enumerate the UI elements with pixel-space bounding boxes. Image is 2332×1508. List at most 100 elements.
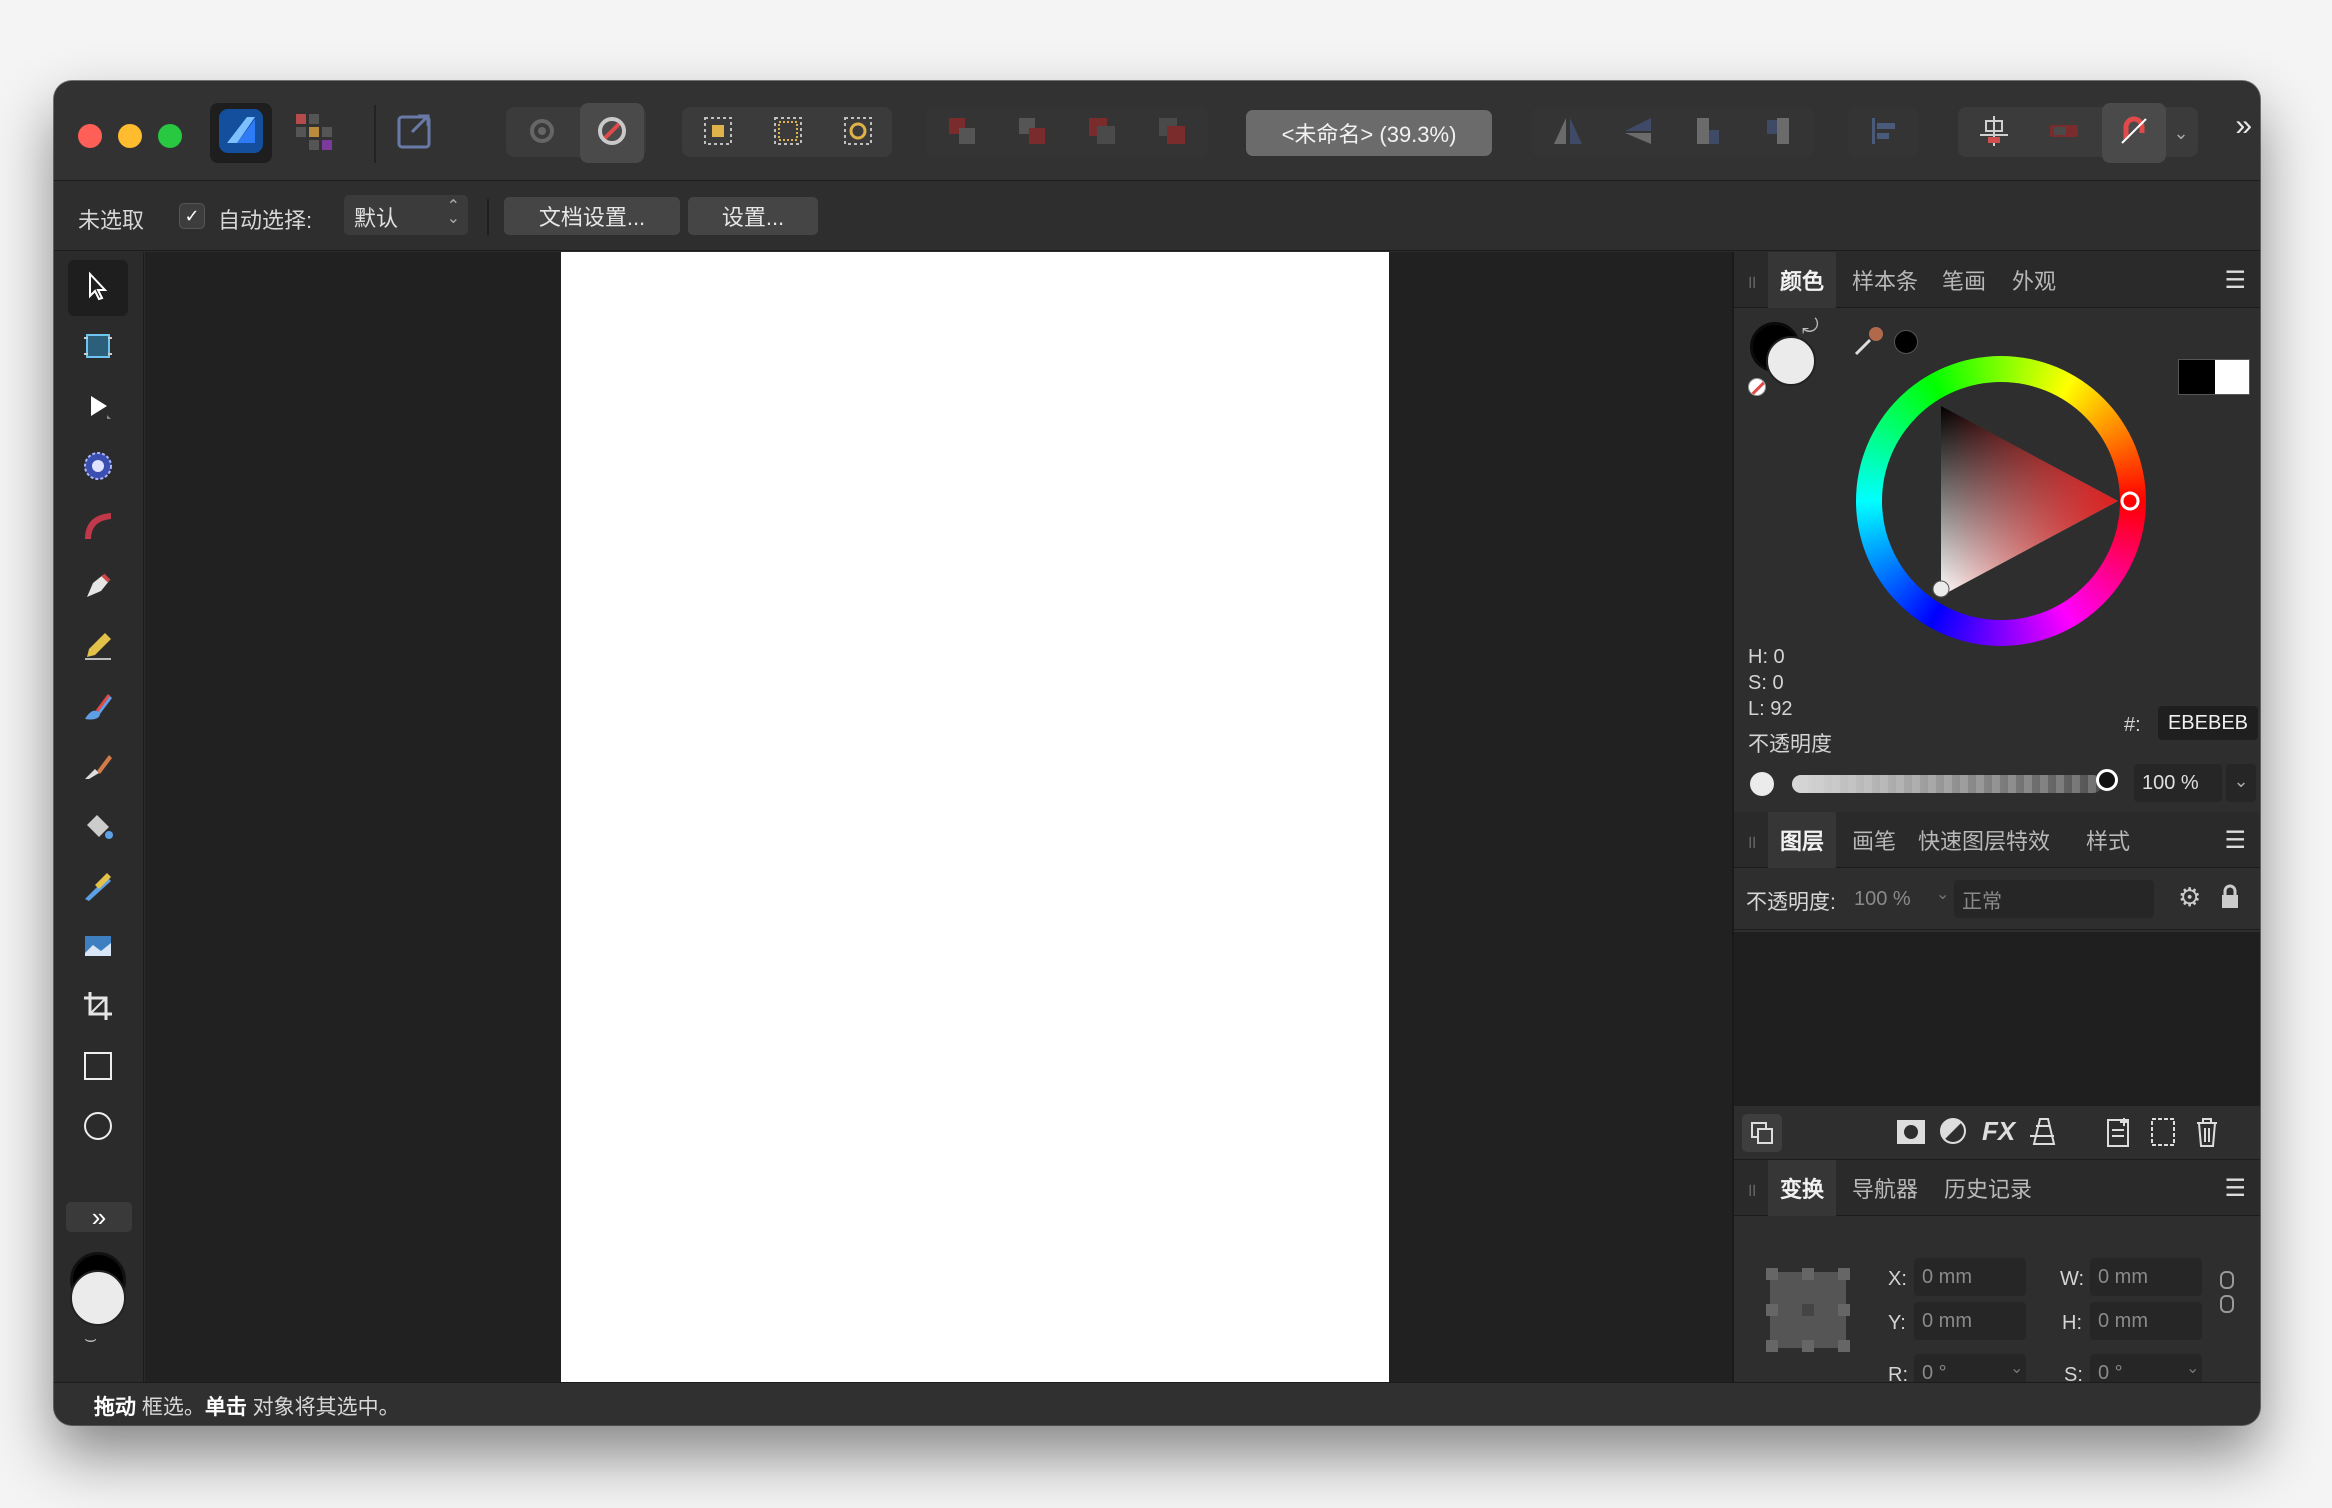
y-field[interactable]: 0 mm	[1914, 1302, 2026, 1340]
point-transform-tool[interactable]	[68, 440, 128, 496]
corner-tool[interactable]	[68, 500, 128, 556]
width-field[interactable]: 0 mm	[2090, 1258, 2202, 1296]
hex-input[interactable]: EBEBEB	[2158, 706, 2258, 740]
rotate-right-button[interactable]	[1746, 103, 1810, 163]
x-field[interactable]: 0 mm	[1914, 1258, 2026, 1296]
export-persona-button[interactable]	[384, 103, 446, 163]
grip-icon[interactable]: ॥	[1746, 830, 1757, 854]
height-field[interactable]: 0 mm	[2090, 1302, 2202, 1340]
panel-menu-icon[interactable]: ☰	[2224, 266, 2246, 295]
stroke-fill-swatches[interactable]: ⌣	[68, 1252, 130, 1352]
toolbar-overflow-button[interactable]: »	[2235, 109, 2252, 143]
fill-tool[interactable]	[68, 800, 128, 856]
move-tool[interactable]	[68, 260, 128, 316]
panel-menu-icon[interactable]: ☰	[2224, 826, 2246, 855]
transparency-tool[interactable]	[68, 860, 128, 916]
crop-tool[interactable]	[68, 980, 128, 1036]
opacity-slider[interactable]	[1792, 775, 2102, 793]
layers-list[interactable]	[1734, 932, 2260, 1106]
opacity-value[interactable]: 100 %	[2134, 764, 2222, 802]
tab-styles[interactable]: 样式	[2074, 812, 2142, 868]
tab-appearance[interactable]: 外观	[2000, 252, 2068, 308]
auto-select-checkbox[interactable]: ✓	[179, 203, 205, 229]
more-tools-button[interactable]: »	[66, 1202, 132, 1232]
fill-swatch[interactable]	[70, 1270, 126, 1326]
adjustment-layer-icon[interactable]	[1938, 1116, 1968, 1151]
distribute-button[interactable]	[1962, 103, 2026, 163]
tab-layers[interactable]: 图层	[1768, 812, 1837, 868]
select-all-button[interactable]	[756, 103, 820, 163]
node-tool[interactable]	[68, 380, 128, 436]
align-button[interactable]	[1850, 103, 1916, 163]
pencil-tool[interactable]	[68, 620, 128, 676]
blend-mode-select[interactable]: 正常	[1954, 880, 2154, 918]
minimize-window-button[interactable]	[118, 124, 142, 148]
pen-tool[interactable]	[68, 560, 128, 616]
gear-icon[interactable]: ⚙	[2178, 882, 2201, 913]
document-title[interactable]: <未命名> (39.3%)	[1246, 110, 1492, 156]
flip-vertical-button[interactable]	[1606, 103, 1670, 163]
layer-opacity-value[interactable]: 100 %	[1846, 880, 1936, 918]
tab-color[interactable]: 颜色	[1768, 252, 1837, 308]
swap-icon[interactable]: ⤾	[1802, 316, 1819, 339]
canvas-area[interactable]	[145, 252, 1732, 1382]
ellipse-tool[interactable]	[68, 1100, 128, 1156]
select-inside-button[interactable]	[686, 103, 750, 163]
rectangle-tool[interactable]	[68, 1040, 128, 1096]
mask-layer-icon[interactable]	[1896, 1118, 1926, 1151]
move-forward-button[interactable]	[1000, 103, 1064, 163]
live-filter-icon[interactable]	[2026, 1116, 2056, 1151]
rotate-left-button[interactable]	[1676, 103, 1740, 163]
select-object-button[interactable]	[826, 103, 890, 163]
trash-icon[interactable]	[2194, 1116, 2220, 1153]
color-fill-stroke[interactable]: ⤾	[1748, 316, 1828, 402]
snapping-button[interactable]	[510, 103, 574, 163]
artboard-tool[interactable]	[68, 320, 128, 376]
tab-stroke[interactable]: 笔画	[1930, 252, 1998, 308]
color-wheel[interactable]	[1856, 356, 2146, 646]
tab-brushes[interactable]: 画笔	[1840, 812, 1908, 868]
fx-icon[interactable]: FX	[1982, 1116, 2015, 1147]
add-layer-icon[interactable]	[2106, 1116, 2132, 1153]
swap-colors-icon[interactable]: ⌣	[84, 1328, 97, 1351]
no-color-icon[interactable]	[1748, 378, 1766, 396]
bring-front-button[interactable]	[1140, 103, 1204, 163]
tab-history[interactable]: 历史记录	[1932, 1160, 2044, 1216]
add-pixel-layer-icon[interactable]	[2150, 1116, 2176, 1153]
grip-icon[interactable]: ॥	[1746, 1178, 1757, 1202]
document-setup-button[interactable]: 文档设置...	[504, 197, 680, 235]
opacity-dropdown[interactable]: ⌄	[2226, 764, 2256, 802]
panel-menu-icon[interactable]: ☰	[2224, 1174, 2246, 1203]
color-compare-swatch[interactable]	[2178, 359, 2250, 395]
tab-navigator[interactable]: 导航器	[1840, 1160, 1930, 1216]
auto-select-dropdown[interactable]: 默认 ⌃ ⌄	[344, 195, 468, 235]
place-image-tool[interactable]	[68, 920, 128, 976]
opacity-slider-knob[interactable]	[2096, 769, 2118, 791]
link-aspect-icon[interactable]	[2218, 1270, 2236, 1319]
chevron-down-icon[interactable]: ⌄	[1936, 884, 1949, 904]
designer-persona-button[interactable]	[210, 103, 272, 163]
move-back-button[interactable]	[930, 103, 994, 163]
vector-brush-tool[interactable]	[68, 680, 128, 736]
picked-color-swatch[interactable]	[1894, 330, 1918, 354]
tab-transform[interactable]: 变换	[1768, 1160, 1837, 1216]
chevron-down-icon[interactable]: ⌄	[2186, 1358, 2199, 1378]
toggle-button[interactable]	[2032, 103, 2096, 163]
magnet-button[interactable]	[2102, 103, 2166, 163]
close-window-button[interactable]	[78, 124, 102, 148]
settings-button[interactable]: 设置...	[688, 197, 818, 235]
magnet-options-chevron[interactable]: ⌄	[2168, 103, 2194, 163]
anchor-point-selector[interactable]	[1766, 1268, 1850, 1352]
flip-horizontal-button[interactable]	[1536, 103, 1600, 163]
grip-icon[interactable]: ॥	[1746, 270, 1757, 294]
fill-color-circle[interactable]	[1766, 336, 1816, 386]
maximize-window-button[interactable]	[158, 124, 182, 148]
personas-button[interactable]	[282, 103, 344, 163]
document-page[interactable]	[561, 252, 1389, 1382]
snapping-options-button[interactable]	[580, 103, 644, 163]
tab-swatches[interactable]: 样本条	[1840, 252, 1930, 308]
layer-clip-button[interactable]	[1742, 1114, 1782, 1152]
send-back-button[interactable]	[1070, 103, 1134, 163]
lock-icon[interactable]	[2220, 884, 2240, 915]
tab-quick-fx[interactable]: 快速图层特效	[1906, 812, 2062, 868]
